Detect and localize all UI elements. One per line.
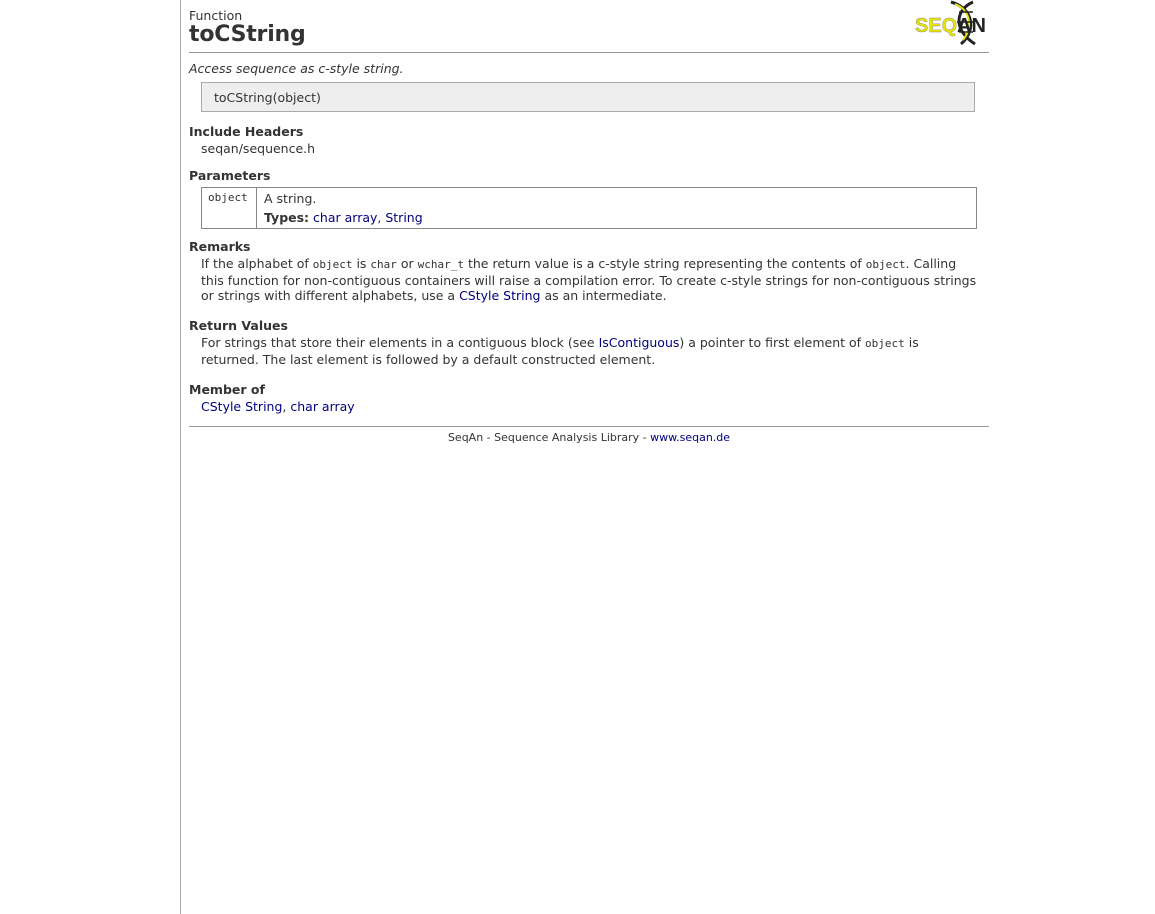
entity-kind: Function	[189, 8, 243, 23]
function-summary: Access sequence as c-style string.	[189, 61, 404, 76]
parameters-heading: Parameters	[189, 168, 271, 183]
logo-text-an: AN	[957, 15, 986, 37]
page-title: toCString	[189, 22, 306, 47]
param-types: Types: char array, String	[264, 210, 423, 225]
return-values-heading: Return Values	[189, 318, 288, 333]
left-border-line	[180, 0, 181, 914]
parameters-table: object A string. Types: char array, Stri…	[201, 187, 977, 229]
member-of-list: CStyle String, char array	[201, 399, 355, 414]
include-headers-heading: Include Headers	[189, 124, 304, 139]
doc-page: Function toCString SEQ AN Access sequenc…	[189, 0, 989, 444]
param-name: object	[202, 188, 257, 228]
logo-text-seq: SEQ	[915, 15, 957, 37]
member-of-heading: Member of	[189, 382, 265, 397]
link-iscontiguous[interactable]: IsContiguous	[599, 335, 680, 350]
footer-text: SeqAn - Sequence Analysis Library -	[447, 431, 651, 444]
remarks-text: If the alphabet of object is char or wch…	[201, 256, 977, 303]
type-link-char-array[interactable]: char array	[313, 210, 377, 225]
member-link-cstyle-string[interactable]: CStyle String	[201, 399, 282, 414]
page-header: Function toCString SEQ AN	[189, 0, 989, 53]
type-link-string[interactable]: String	[385, 210, 422, 225]
param-description: A string.	[264, 191, 317, 206]
function-signature: toCString(object)	[201, 82, 975, 112]
footer-divider	[189, 426, 989, 427]
remarks-heading: Remarks	[189, 239, 251, 254]
param-types-label: Types:	[264, 210, 310, 225]
footer-link-seqan[interactable]: www.seqan.de	[650, 431, 730, 444]
link-cstyle-string[interactable]: CStyle String	[459, 288, 540, 303]
return-values-text: For strings that store their elements in…	[201, 335, 919, 367]
include-header-value: seqan/sequence.h	[201, 141, 316, 156]
seqan-logo[interactable]: SEQ AN	[915, 0, 987, 46]
page-footer: SeqAn - Sequence Analysis Library - www.…	[189, 431, 989, 444]
member-link-char-array[interactable]: char array	[290, 399, 354, 414]
